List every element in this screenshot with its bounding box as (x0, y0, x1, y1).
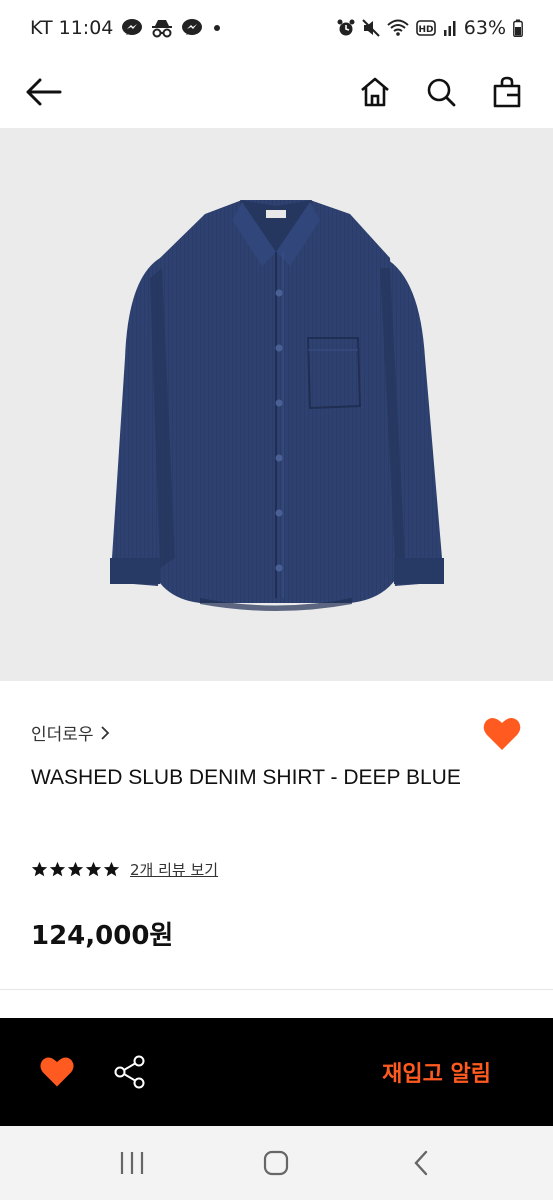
divider (0, 989, 553, 990)
brand-name: 인더로우 (31, 725, 94, 745)
home-button[interactable] (353, 70, 397, 114)
search-button[interactable] (419, 70, 463, 114)
product-title: WASHED SLUB DENIM SHIRT - DEEP BLUE (31, 766, 461, 789)
brand-link[interactable]: 인더로우 (31, 720, 110, 745)
star-rating (31, 861, 120, 878)
recent-apps-button[interactable] (112, 1143, 152, 1183)
heart-icon (40, 1057, 74, 1087)
heart-icon (483, 717, 521, 750)
wishlist-action-button[interactable] (38, 1053, 76, 1091)
denim-shirt-image (110, 200, 444, 611)
back-arrow-icon (26, 78, 62, 106)
messenger-icon (122, 19, 143, 35)
svg-text:HD: HD (418, 25, 433, 35)
product-image[interactable] (0, 128, 553, 681)
back-button[interactable] (22, 70, 66, 114)
product-info: 인더로우 WASHED SLUB DENIM SHIRT - DEEP BLUE… (0, 681, 553, 991)
home-icon (361, 77, 389, 107)
action-bar: 재입고 알림 (0, 1018, 553, 1126)
dot-icon (214, 25, 221, 31)
status-right: HD 63% (337, 17, 523, 39)
review-link[interactable]: 2개 리뷰 보기 (130, 859, 218, 880)
search-icon (427, 78, 456, 107)
battery-percent: 63% (463, 17, 506, 39)
star-icon (85, 861, 102, 877)
star-icon (49, 861, 66, 877)
star-icon (67, 861, 84, 877)
shopping-bag-icon (493, 76, 521, 108)
messenger-icon (182, 19, 203, 35)
share-icon (114, 1055, 145, 1089)
home-button-icon (264, 1150, 289, 1176)
home-system-button[interactable] (256, 1143, 296, 1183)
wifi-icon (387, 19, 409, 36)
mute-icon (362, 19, 380, 37)
back-system-button[interactable] (401, 1143, 441, 1183)
incognito-icon (152, 20, 173, 38)
signal-icon (443, 21, 456, 36)
back-icon (414, 1150, 428, 1176)
share-button[interactable] (112, 1054, 148, 1090)
chevron-right-icon (100, 725, 109, 740)
cart-button[interactable] (485, 70, 529, 114)
star-icon (103, 861, 120, 877)
battery-icon (513, 19, 523, 37)
alarm-icon (337, 19, 355, 36)
wishlist-button[interactable] (481, 713, 523, 755)
status-bar: KT 11:04 HD 63% (0, 0, 553, 56)
hd-icon: HD (415, 20, 436, 36)
carrier-time: KT 11:04 (30, 17, 114, 39)
recent-apps-icon (121, 1152, 144, 1174)
system-navigation-bar (0, 1126, 553, 1200)
product-price: 124,000원 (31, 921, 174, 951)
star-icon (31, 861, 48, 877)
status-left: KT 11:04 (30, 17, 223, 39)
rating-row: 2개 리뷰 보기 (31, 859, 218, 880)
restock-alert-button[interactable]: 재입고 알림 (382, 1056, 491, 1088)
top-nav (0, 56, 553, 128)
